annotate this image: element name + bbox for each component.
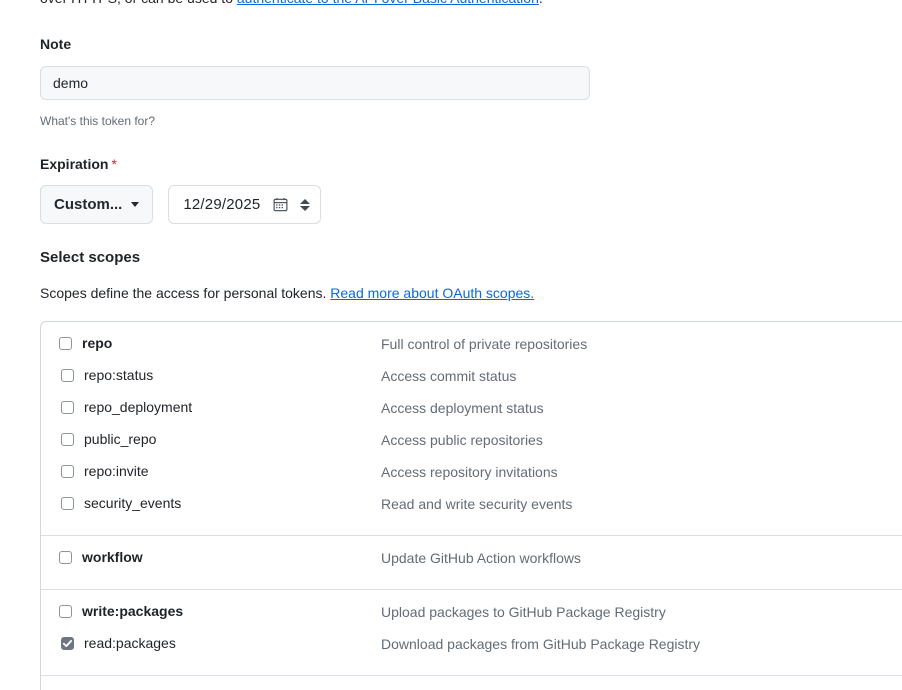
- checkbox-repo[interactable]: [59, 336, 72, 350]
- expiration-select-value: Custom...: [54, 196, 123, 213]
- scope-label-repo-deployment[interactable]: repo_deployment: [84, 397, 192, 417]
- required-asterisk: *: [111, 156, 117, 172]
- scope-row: read:packages Download packages from GitH…: [41, 633, 902, 665]
- expiration-date-input[interactable]: 12/29/2025: [168, 185, 322, 224]
- expiration-date-value: 12/29/2025: [183, 196, 261, 213]
- date-stepper[interactable]: [300, 198, 311, 211]
- intro-paragraph: over HTTPS, or can be used to authentica…: [40, 0, 870, 8]
- scope-description-write-packages: Upload packages to GitHub Package Regist…: [381, 604, 666, 620]
- scope-description-repo-status: Access commit status: [381, 368, 517, 384]
- basic-auth-link[interactable]: authenticate to the API over Basic Authe…: [237, 0, 539, 6]
- checkbox-read-packages[interactable]: [61, 636, 74, 650]
- scope-row: repo Full control of private repositories: [41, 333, 902, 365]
- scope-label-security-events[interactable]: security_events: [84, 493, 181, 513]
- scope-label-public-repo[interactable]: public_repo: [84, 429, 156, 449]
- scope-group-repo-group: repo Full control of private repositories…: [41, 322, 902, 535]
- scope-name-cell: security_events: [41, 493, 381, 513]
- scope-label-repo-invite[interactable]: repo:invite: [84, 461, 149, 481]
- chevron-down-icon: [131, 202, 140, 207]
- scope-label-repo-status[interactable]: repo:status: [84, 365, 153, 385]
- scope-name-cell: repo_deployment: [41, 397, 381, 417]
- checkbox-security-events[interactable]: [61, 496, 74, 510]
- scope-description-repo: Full control of private repositories: [381, 336, 588, 352]
- scope-description-read-packages: Download packages from GitHub Package Re…: [381, 636, 701, 652]
- scope-label-write-packages[interactable]: write:packages: [82, 601, 183, 621]
- expiration-select-button[interactable]: Custom...: [40, 185, 154, 224]
- expiration-controls: Custom... 12/29/2025: [40, 185, 322, 224]
- scope-description-repo-deployment: Access deployment status: [381, 400, 544, 416]
- expiration-label: Expiration *: [40, 155, 117, 173]
- scope-row: public_repo Access public repositories: [41, 429, 902, 461]
- scope-description-public-repo: Access public repositories: [381, 432, 543, 448]
- oauth-scopes-link[interactable]: Read more about OAuth scopes.: [330, 285, 534, 301]
- scope-row: repo:status Access commit status: [41, 365, 902, 397]
- scope-row: repo:invite Access repository invitations: [41, 461, 902, 493]
- scope-group-workflow-group: workflow Update GitHub Action workflows: [41, 535, 902, 589]
- calendar-icon[interactable]: [273, 197, 288, 212]
- scope-description-security-events: Read and write security events: [381, 496, 573, 512]
- scope-name-cell: workflow: [41, 547, 381, 567]
- scope-name-cell: write:packages: [41, 601, 381, 621]
- stepper-up-icon[interactable]: [300, 198, 311, 204]
- note-input[interactable]: [40, 66, 590, 100]
- scope-label-repo[interactable]: repo: [82, 333, 112, 353]
- expiration-label-text: Expiration: [40, 156, 109, 172]
- checkbox-repo-deployment[interactable]: [61, 400, 74, 414]
- new-personal-access-token-page: over HTTPS, or can be used to authentica…: [0, 0, 902, 690]
- intro-text-before: over HTTPS, or can be used to: [40, 0, 237, 6]
- scope-group-delete-packages-group: delete:packagesDelete packages from GitH…: [41, 675, 902, 690]
- checkbox-repo-status[interactable]: [61, 368, 74, 382]
- scope-name-cell: repo: [41, 333, 381, 353]
- scopes-description: Scopes define the access for personal to…: [40, 284, 534, 303]
- checkbox-public-repo[interactable]: [61, 432, 74, 446]
- scope-label-read-packages[interactable]: read:packages: [84, 633, 176, 653]
- scope-row: security_events Read and write security e…: [41, 493, 902, 525]
- scope-row: write:packages Upload packages to GitHub …: [41, 601, 902, 633]
- checkbox-workflow[interactable]: [59, 550, 72, 564]
- scope-description-workflow: Update GitHub Action workflows: [381, 550, 581, 566]
- checkbox-repo-invite[interactable]: [61, 464, 74, 478]
- note-label: Note: [40, 36, 72, 52]
- scope-row: repo_deployment Access deployment status: [41, 397, 902, 429]
- checkbox-write-packages[interactable]: [59, 604, 72, 618]
- scopes-panel: repo Full control of private repositories…: [40, 321, 902, 690]
- scope-name-cell: read:packages: [41, 633, 381, 653]
- scope-label-workflow[interactable]: workflow: [82, 547, 143, 567]
- scopes-description-text: Scopes define the access for personal to…: [40, 285, 331, 301]
- scope-name-cell: repo:invite: [41, 461, 381, 481]
- scope-name-cell: repo:status: [41, 365, 381, 385]
- note-hint: What's this token for?: [40, 114, 156, 128]
- scope-row: workflow Update GitHub Action workflows: [41, 547, 902, 579]
- select-scopes-heading: Select scopes: [40, 249, 141, 266]
- scope-description-repo-invite: Access repository invitations: [381, 464, 558, 480]
- scope-group-write-packages-group: write:packages Upload packages to GitHub …: [41, 589, 902, 675]
- scope-name-cell: public_repo: [41, 429, 381, 449]
- intro-text-after: .: [539, 0, 543, 6]
- stepper-down-icon[interactable]: [300, 205, 311, 211]
